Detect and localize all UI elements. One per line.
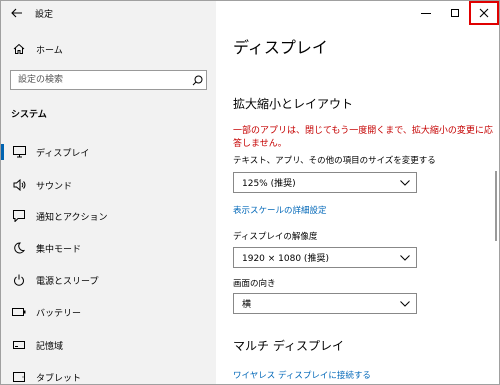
minimize-button[interactable] — [411, 1, 440, 25]
moon-icon — [11, 240, 27, 256]
resolution-label: ディスプレイの解像度 — [233, 232, 318, 242]
chevron-down-icon — [400, 300, 410, 307]
sidebar-item-sound[interactable]: サウンド — [1, 170, 216, 200]
minimize-icon — [420, 13, 431, 14]
titlebar-left: 設定 — [1, 1, 216, 25]
storage-icon — [11, 337, 27, 353]
home-icon — [11, 41, 27, 57]
sidebar-item-storage[interactable]: 記憶域 — [1, 330, 216, 360]
sidebar-item-label: タブレット — [36, 373, 82, 384]
maximize-icon — [450, 9, 459, 17]
power-icon — [11, 272, 27, 288]
close-icon — [479, 8, 489, 18]
orientation-label: 画面の向き — [233, 279, 276, 289]
resolution-dropdown-value: 1920 × 1080 (推奨) — [242, 254, 329, 264]
tablet-icon — [11, 369, 27, 384]
speaker-icon — [11, 177, 27, 193]
page-title: ディスプレイ — [233, 38, 328, 57]
sidebar-item-label: バッテリー — [36, 308, 82, 319]
scale-dropdown[interactable]: 125% (推奨) — [233, 172, 417, 193]
monitor-icon — [11, 144, 27, 160]
scrollbar-thumb[interactable] — [495, 171, 497, 241]
chevron-down-icon — [400, 254, 410, 261]
sidebar-item-label: 記憶域 — [36, 341, 64, 352]
window-controls — [411, 1, 499, 25]
multi-display-heading: マルチ ディスプレイ — [233, 339, 344, 353]
close-button[interactable] — [469, 1, 499, 25]
scale-label: テキスト、アプリ、その他の項目のサイズを変更する — [233, 156, 436, 166]
search-box — [10, 70, 207, 90]
sidebar-item-tablet[interactable]: タブレット — [1, 362, 216, 384]
maximize-button[interactable] — [440, 1, 469, 25]
sidebar-item-display[interactable]: ディスプレイ — [1, 137, 216, 167]
orientation-dropdown-value: 横 — [242, 300, 252, 310]
sidebar-item-notifications[interactable]: 通知とアクション — [1, 201, 216, 231]
wireless-display-link[interactable]: ワイヤレス ディスプレイに接続する — [233, 369, 371, 381]
settings-window: 設定 ホーム システム ディスプレイ サウンド — [0, 0, 500, 385]
sidebar-item-label: 通知とアクション — [36, 212, 108, 223]
sidebar-item-focus[interactable]: 集中モード — [1, 233, 216, 263]
sidebar-item-battery[interactable]: バッテリー — [1, 297, 216, 327]
sidebar-item-label: 集中モード — [36, 244, 82, 255]
scale-warning-text: 一部のアプリは、閉じてもう一度開くまで、拡大縮小の変更に応答しません。 — [233, 126, 493, 149]
advanced-scaling-link[interactable]: 表示スケールの詳細設定 — [233, 204, 327, 216]
sidebar-item-power[interactable]: 電源とスリープ — [1, 265, 216, 295]
sidebar-item-home[interactable]: ホーム — [1, 34, 216, 64]
back-arrow-icon — [11, 8, 22, 18]
sidebar-item-label: ホーム — [36, 45, 63, 56]
sidebar-item-label: サウンド — [36, 181, 73, 192]
search-input[interactable] — [11, 74, 188, 86]
sidebar-item-label: 電源とスリープ — [36, 276, 99, 287]
sidebar-item-label: ディスプレイ — [36, 148, 90, 159]
scale-dropdown-value: 125% (推奨) — [242, 179, 296, 189]
sidebar: 設定 ホーム システム ディスプレイ サウンド — [1, 1, 216, 384]
battery-icon — [11, 304, 27, 320]
search-icon[interactable] — [188, 71, 206, 89]
app-title: 設定 — [35, 9, 54, 20]
orientation-dropdown[interactable]: 横 — [233, 293, 417, 314]
section-title: システム — [11, 110, 47, 120]
resolution-dropdown[interactable]: 1920 × 1080 (推奨) — [233, 247, 417, 268]
notification-icon — [11, 208, 27, 224]
chevron-down-icon — [400, 179, 410, 186]
active-indicator — [1, 144, 4, 160]
main-panel: ディスプレイ 拡大縮小とレイアウト 一部のアプリは、閉じてもう一度開くまで、拡大… — [216, 1, 499, 384]
scale-section-heading: 拡大縮小とレイアウト — [233, 97, 354, 111]
back-button[interactable] — [1, 1, 33, 25]
